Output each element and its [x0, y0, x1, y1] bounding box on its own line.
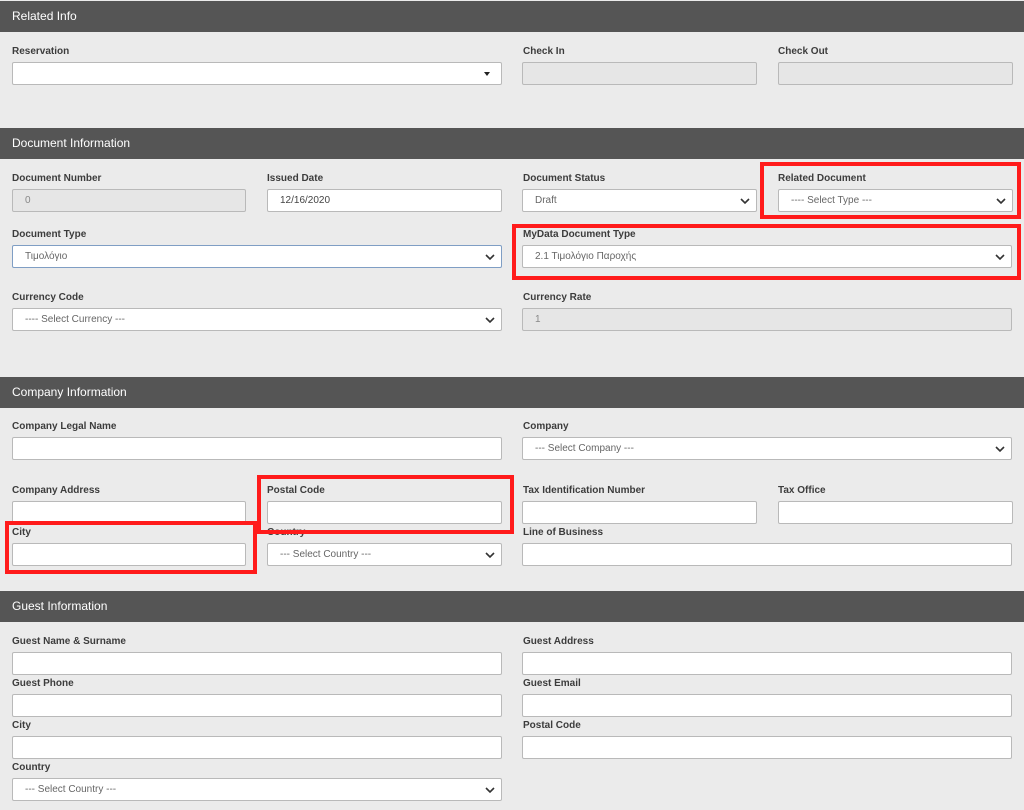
currency-code-select[interactable]: ---- Select Currency ---	[12, 308, 502, 331]
company-legal-name-field[interactable]	[12, 437, 502, 460]
company-address-field[interactable]	[12, 501, 246, 524]
caret-down-icon	[484, 72, 490, 76]
guest-name-label: Guest Name & Surname	[12, 636, 126, 647]
check-in-field[interactable]	[522, 62, 757, 85]
country-select[interactable]: --- Select Country ---	[267, 543, 502, 566]
guest-country-label: Country	[12, 762, 51, 773]
mydata-document-type-label: MyData Document Type	[523, 229, 636, 240]
document-number-field[interactable]: 0	[12, 189, 246, 212]
country-label: Country	[267, 527, 306, 538]
city-label: City	[12, 527, 31, 538]
company-select[interactable]: --- Select Company ---	[522, 437, 1012, 460]
guest-city-label: City	[12, 720, 31, 731]
chevron-down-icon	[485, 785, 495, 795]
related-document-value: ---- Select Type ---	[791, 195, 872, 206]
chevron-down-icon	[996, 196, 1006, 206]
issued-date-field[interactable]: 12/16/2020	[267, 189, 502, 212]
guest-address-field[interactable]	[522, 652, 1012, 675]
line-of-business-field[interactable]	[522, 543, 1012, 566]
document-number-label: Document Number	[12, 173, 102, 184]
chevron-down-icon	[995, 252, 1005, 262]
country-value: --- Select Country ---	[280, 549, 372, 560]
company-label: Company	[523, 421, 569, 432]
document-status-value: Draft	[535, 195, 557, 206]
guest-postal-code-label: Postal Code	[523, 720, 581, 731]
company-address-label: Company Address	[12, 485, 100, 496]
guest-phone-label: Guest Phone	[12, 678, 74, 689]
section-header-related-info: Related Info	[0, 1, 1024, 32]
guest-city-field[interactable]	[12, 736, 502, 759]
issued-date-label: Issued Date	[267, 173, 324, 184]
tax-id-label: Tax Identification Number	[523, 485, 646, 496]
guest-country-value: --- Select Country ---	[25, 784, 117, 795]
check-out-field[interactable]	[778, 62, 1013, 85]
currency-code-label: Currency Code	[12, 292, 84, 303]
currency-code-value: ---- Select Currency ---	[25, 314, 126, 325]
reservation-select[interactable]	[12, 62, 502, 85]
chevron-down-icon	[995, 444, 1005, 454]
reservation-label: Reservation	[12, 46, 70, 57]
check-out-label: Check Out	[778, 46, 829, 57]
document-status-label: Document Status	[523, 173, 606, 184]
guest-phone-field[interactable]	[12, 694, 502, 717]
company-value: --- Select Company ---	[535, 443, 634, 454]
guest-email-label: Guest Email	[523, 678, 581, 689]
check-in-label: Check In	[523, 46, 565, 57]
city-field[interactable]	[12, 543, 246, 566]
related-document-select[interactable]: ---- Select Type ---	[778, 189, 1013, 212]
postal-code-label: Postal Code	[267, 485, 325, 496]
document-type-value: Τιμολόγιο	[25, 251, 68, 262]
guest-email-field[interactable]	[522, 694, 1012, 717]
currency-rate-field[interactable]: 1	[522, 308, 1012, 331]
tax-id-field[interactable]	[522, 501, 757, 524]
chevron-down-icon	[485, 550, 495, 560]
postal-code-field[interactable]	[267, 501, 502, 524]
guest-country-select[interactable]: --- Select Country ---	[12, 778, 502, 801]
section-header-document-information: Document Information	[0, 128, 1024, 159]
company-legal-name-label: Company Legal Name	[12, 421, 117, 432]
mydata-document-type-value: 2.1 Τιμολόγιο Παροχής	[535, 251, 637, 262]
document-type-label: Document Type	[12, 229, 87, 240]
tax-office-field[interactable]	[778, 501, 1013, 524]
document-status-select[interactable]: Draft	[522, 189, 757, 212]
chevron-down-icon	[485, 315, 495, 325]
section-header-company-information: Company Information	[0, 377, 1024, 408]
chevron-down-icon	[485, 252, 495, 262]
mydata-document-type-select[interactable]: 2.1 Τιμολόγιο Παροχής	[522, 245, 1012, 268]
currency-rate-label: Currency Rate	[523, 292, 592, 303]
tax-office-label: Tax Office	[778, 485, 826, 496]
guest-name-field[interactable]	[12, 652, 502, 675]
section-header-guest-information: Guest Information	[0, 591, 1024, 622]
related-document-label: Related Document	[778, 173, 866, 184]
guest-postal-code-field[interactable]	[522, 736, 1012, 759]
chevron-down-icon	[740, 196, 750, 206]
line-of-business-label: Line of Business	[523, 527, 604, 538]
document-type-select[interactable]: Τιμολόγιο	[12, 245, 502, 268]
guest-address-label: Guest Address	[523, 636, 594, 647]
